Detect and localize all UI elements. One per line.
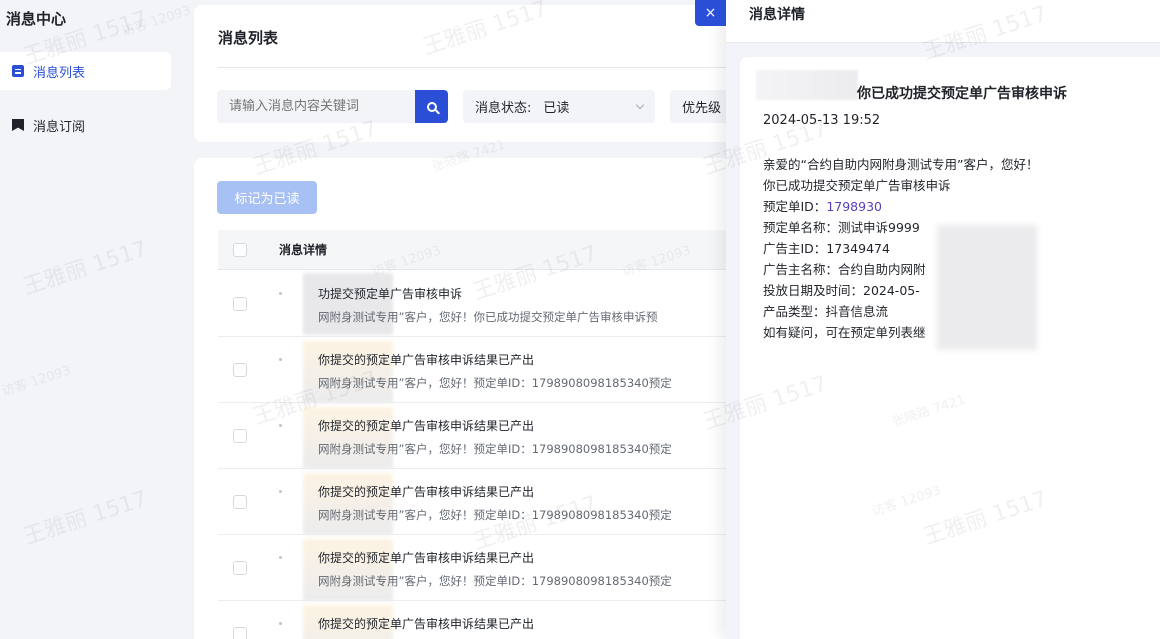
search-input[interactable] xyxy=(217,90,415,123)
unread-dot xyxy=(279,358,282,361)
search-icon xyxy=(426,101,437,112)
table-header: 消息详情 xyxy=(218,230,734,270)
close-drawer-button[interactable]: × xyxy=(695,0,726,26)
unread-dot xyxy=(279,490,282,493)
unread-dot xyxy=(279,622,282,625)
mark-read-button[interactable]: 标记为已读 xyxy=(217,181,317,214)
unread-dot xyxy=(279,424,282,427)
row-checkbox[interactable] xyxy=(233,627,247,639)
select-all-checkbox[interactable] xyxy=(233,242,247,257)
row-description: 网附身测试专用”客户，您好！预定单ID：1798908098185340预定 xyxy=(318,376,672,390)
drawer-title: 消息详情 xyxy=(749,7,805,23)
unread-dot xyxy=(279,292,282,295)
row-title: 你提交的预定单广告审核申诉结果已产出 xyxy=(318,485,535,499)
order-id-label: 预定单ID： xyxy=(763,199,827,214)
greeting: 亲爱的“合约自助内网附身测试专用”客户，您好！ xyxy=(763,157,1039,172)
blurred-region xyxy=(937,225,1037,350)
blurred-thumbnail xyxy=(303,273,393,335)
table-row[interactable]: 你提交的预定单广告审核申诉结果已产出 网附身测试专用”客户，您好！预定单ID：1… xyxy=(218,403,734,469)
unread-dot xyxy=(279,556,282,559)
sidebar-item-message-list[interactable]: 消息列表 xyxy=(0,52,171,90)
row-checkbox[interactable] xyxy=(233,363,247,377)
row-checkbox[interactable] xyxy=(233,495,247,509)
message-detail-card: 你已成功提交预定单广告审核申诉 2024-05-13 19:52 亲爱的“合约自… xyxy=(740,57,1160,639)
sidebar-title: 消息中心 xyxy=(6,10,67,28)
row-checkbox[interactable] xyxy=(233,297,247,311)
message-detail-drawer: 消息详情 你已成功提交预定单广告审核申诉 2024-05-13 19:52 亲爱… xyxy=(726,0,1160,639)
column-header-message-detail: 消息详情 xyxy=(279,243,328,257)
order-id-link[interactable]: 1798930 xyxy=(826,199,882,214)
page-title: 消息列表 xyxy=(218,29,279,47)
message-table-panel: 标记为已读 消息详情 功提交预定单广告审核申诉 网附身测试专用”客户，您好！你已… xyxy=(194,158,734,639)
drawer-header: 消息详情 xyxy=(726,0,1160,43)
row-title: 你提交的预定单广告审核申诉结果已产出 xyxy=(318,353,535,367)
row-description: 网附身测试专用”客户，您好！预定单ID：1798908098185340预定 xyxy=(318,508,672,522)
blurred-sender xyxy=(756,70,858,100)
row-description: 网附身测试专用”客户，您好！你已成功提交预定单广告审核申诉预 xyxy=(318,310,658,324)
row-title: 功提交预定单广告审核申诉 xyxy=(318,287,463,301)
priority-label: 优先级 xyxy=(682,101,722,116)
bookmark-icon xyxy=(12,119,24,131)
row-checkbox[interactable] xyxy=(233,561,247,575)
sidebar: 消息中心 消息列表 消息订阅 xyxy=(0,0,183,639)
table-row[interactable]: 功提交预定单广告审核申诉 网附身测试专用”客户，您好！你已成功提交预定单广告审核… xyxy=(218,271,734,337)
table-row[interactable]: 你提交的预定单广告审核申诉结果已产出 xyxy=(218,601,734,639)
row-title: 你提交的预定单广告审核申诉结果已产出 xyxy=(318,617,535,631)
status-label: 消息状态: xyxy=(475,101,532,116)
status-value: 已读 xyxy=(543,101,570,116)
table-row[interactable]: 你提交的预定单广告审核申诉结果已产出 网附身测试专用”客户，您好！预定单ID：1… xyxy=(218,337,734,403)
divider xyxy=(218,67,734,68)
search-button[interactable] xyxy=(415,90,448,123)
row-title: 你提交的预定单广告审核申诉结果已产出 xyxy=(318,419,535,433)
status-select[interactable]: 消息状态: 已读 xyxy=(463,90,655,123)
chevron-down-icon xyxy=(635,100,645,110)
row-title: 你提交的预定单广告审核申诉结果已产出 xyxy=(318,551,535,565)
row-checkbox[interactable] xyxy=(233,429,247,443)
table-row[interactable]: 你提交的预定单广告审核申诉结果已产出 网附身测试专用”客户，您好！预定单ID：1… xyxy=(218,535,734,601)
sidebar-item-message-subscription[interactable]: 消息订阅 xyxy=(0,106,171,144)
body-line: 你已成功提交预定单广告审核申诉 xyxy=(763,178,951,193)
sidebar-item-label: 消息订阅 xyxy=(33,119,86,135)
row-description: 网附身测试专用”客户，您好！预定单ID：1798908098185340预定 xyxy=(318,574,672,588)
filter-panel: 消息列表 消息状态: 已读 优先级 xyxy=(194,5,740,142)
message-title: 你已成功提交预定单广告审核申诉 xyxy=(857,86,1067,102)
order-id: 预定单ID：1798930 xyxy=(763,196,1038,217)
row-description: 网附身测试专用”客户，您好！预定单ID：1798908098185340预定 xyxy=(318,442,672,456)
message-time: 2024-05-13 19:52 xyxy=(763,113,881,128)
list-icon xyxy=(12,65,24,77)
sidebar-item-label: 消息列表 xyxy=(33,65,86,81)
table-row[interactable]: 你提交的预定单广告审核申诉结果已产出 网附身测试专用”客户，您好！预定单ID：1… xyxy=(218,469,734,535)
close-icon: × xyxy=(704,5,717,21)
